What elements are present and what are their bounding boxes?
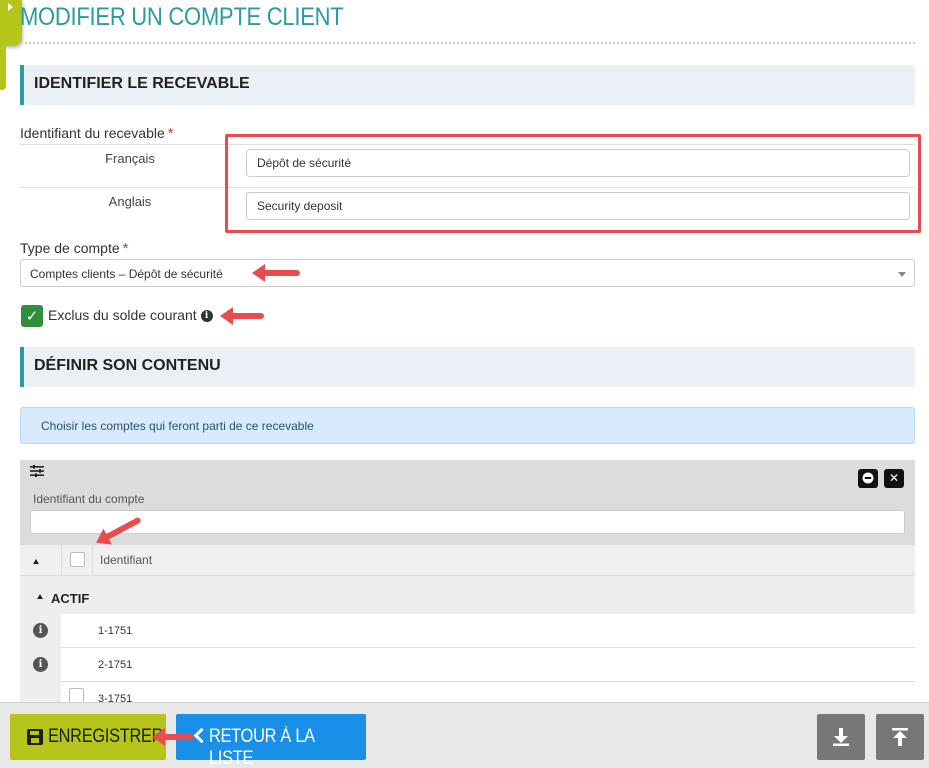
side-panel-toggle[interactable] xyxy=(0,0,22,46)
excluded-label: Exclus du solde courant i xyxy=(48,307,213,323)
account-type-select[interactable]: Comptes clients – Dépôt de sécurité xyxy=(20,259,915,287)
save-button[interactable]: ENREGISTRER xyxy=(10,714,166,760)
row-checkbox[interactable] xyxy=(69,688,84,703)
receivable-id-label: Identifiant du recevable * xyxy=(20,125,174,142)
column-header-identifier[interactable]: Identifiant xyxy=(100,553,152,567)
chevron-down-icon xyxy=(898,272,906,277)
english-label: Anglais xyxy=(108,194,152,209)
highlight-box xyxy=(225,134,921,233)
group-label: ACTIF xyxy=(51,591,90,606)
row-identifier: 2-1751 xyxy=(98,659,133,671)
save-button-label: ENREGISTRER xyxy=(48,726,164,747)
row-identifier: 1-1751 xyxy=(98,625,133,637)
title-divider xyxy=(20,42,915,44)
column-divider xyxy=(92,545,93,576)
row-lead-cell: i xyxy=(20,648,61,682)
select-all-checkbox[interactable] xyxy=(70,552,85,567)
french-label: Français xyxy=(105,151,155,166)
section-identify-header: IDENTIFIER LE RECEVABLE xyxy=(20,65,915,105)
annotation-arrow xyxy=(152,728,194,746)
table-row[interactable]: i 1-1751 xyxy=(20,614,915,648)
info-circle-icon[interactable]: i xyxy=(33,623,48,638)
annotation-arrow xyxy=(252,264,300,282)
grid-filter-bar: ✕ Identifiant du compte xyxy=(20,460,915,545)
download-icon xyxy=(833,728,849,746)
info-circle-icon[interactable]: i xyxy=(200,310,213,322)
section-content-header: DÉFINIR SON CONTENU xyxy=(20,347,915,387)
scroll-to-top-button[interactable] xyxy=(876,714,924,760)
account-type-label-text: Type de compte xyxy=(20,240,120,256)
back-to-list-button[interactable]: RETOUR À LA LISTE xyxy=(176,714,366,768)
accounts-grid: ✕ Identifiant du compte Identifiant ACTI… xyxy=(20,460,915,710)
sort-triangle-icon[interactable] xyxy=(33,559,39,564)
download-button[interactable] xyxy=(817,714,865,760)
column-divider xyxy=(61,545,62,576)
info-circle-icon[interactable]: i xyxy=(33,657,48,672)
required-mark: * xyxy=(167,125,174,142)
excluded-checkbox[interactable]: ✓ xyxy=(21,305,43,327)
collapse-triangle-icon[interactable] xyxy=(37,594,43,599)
back-button-label: RETOUR À LA LISTE xyxy=(209,726,314,768)
receivable-id-label-text: Identifiant du recevable xyxy=(20,125,165,141)
account-type-selected: Comptes clients – Dépôt de sécurité xyxy=(30,267,223,281)
excluded-label-text: Exclus du solde courant xyxy=(48,307,197,323)
grid-header-row: Identifiant xyxy=(20,545,915,576)
chevron-left-icon xyxy=(193,727,210,744)
caret-right-icon xyxy=(8,3,13,11)
required-mark: * xyxy=(122,240,129,257)
footer-toolbar: ENREGISTRER RETOUR À LA LISTE xyxy=(0,702,929,768)
annotation-arrow xyxy=(220,307,264,325)
table-row[interactable]: i 2-1751 xyxy=(20,648,915,682)
close-icon[interactable]: ✕ xyxy=(884,469,904,488)
row-lead-cell: i xyxy=(20,614,61,648)
group-row[interactable]: ACTIF xyxy=(20,576,915,614)
info-banner-text: Choisir les comptes qui feront parti de … xyxy=(41,419,314,433)
page-title: MODIFIER UN COMPTE CLIENT xyxy=(20,3,344,31)
account-id-filter-input[interactable] xyxy=(30,510,905,534)
account-type-label: Type de compte * xyxy=(20,240,128,257)
info-banner: Choisir les comptes qui feront parti de … xyxy=(20,407,915,444)
section-identify-title: IDENTIFIER LE RECEVABLE xyxy=(34,75,250,92)
sliders-icon[interactable] xyxy=(30,465,44,481)
side-panel-edge xyxy=(0,46,6,90)
arrow-to-top-icon xyxy=(892,728,908,746)
floppy-disk-icon xyxy=(27,729,43,745)
minus-circle-icon[interactable] xyxy=(858,469,878,488)
filter-label: Identifiant du compte xyxy=(33,492,145,506)
section-content-title: DÉFINIR SON CONTENU xyxy=(34,357,221,374)
